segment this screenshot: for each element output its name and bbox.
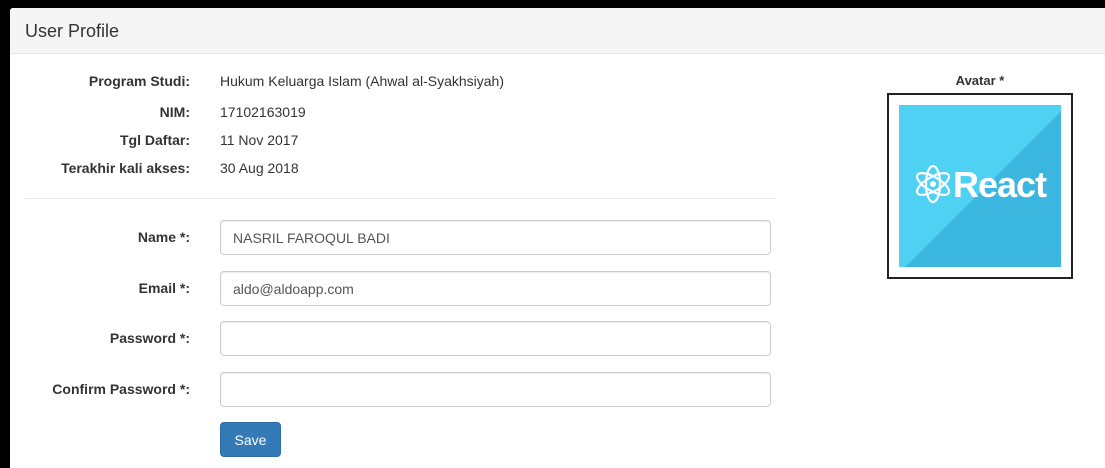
info-value: 17102163019 (220, 104, 306, 120)
confirm-password-input[interactable] (220, 372, 771, 407)
name-input[interactable] (220, 220, 771, 255)
confirm-password-label: Confirm Password *: (52, 381, 190, 397)
page-title: User Profile (25, 21, 120, 41)
save-button[interactable]: Save (220, 422, 281, 457)
info-label: Program Studi: (88, 73, 190, 89)
info-value: Hukum Keluarga Islam (Ahwal al-Syakhsiya… (220, 73, 504, 89)
password-input[interactable] (220, 321, 771, 356)
avatar-image-text: React (953, 164, 1047, 205)
email-input[interactable] (220, 271, 771, 306)
name-label: Name *: (137, 229, 190, 245)
divider (25, 198, 776, 199)
avatar-image: React (899, 105, 1061, 267)
info-value: 30 Aug 2018 (220, 160, 299, 176)
info-label: NIM: (159, 104, 190, 120)
info-label: Tgl Daftar: (120, 132, 190, 148)
email-label: Email *: (138, 280, 190, 296)
password-label: Password *: (109, 330, 190, 346)
react-atom-icon (915, 164, 951, 204)
panel-heading: User Profile (10, 8, 1105, 54)
avatar-label: Avatar * (955, 73, 1005, 88)
user-profile-panel: User Profile Program Studi: Hukum Keluar… (10, 8, 1105, 468)
info-value: 11 Nov 2017 (220, 132, 299, 148)
info-label: Terakhir kali akses: (61, 160, 190, 176)
avatar-frame[interactable]: React (887, 93, 1073, 279)
